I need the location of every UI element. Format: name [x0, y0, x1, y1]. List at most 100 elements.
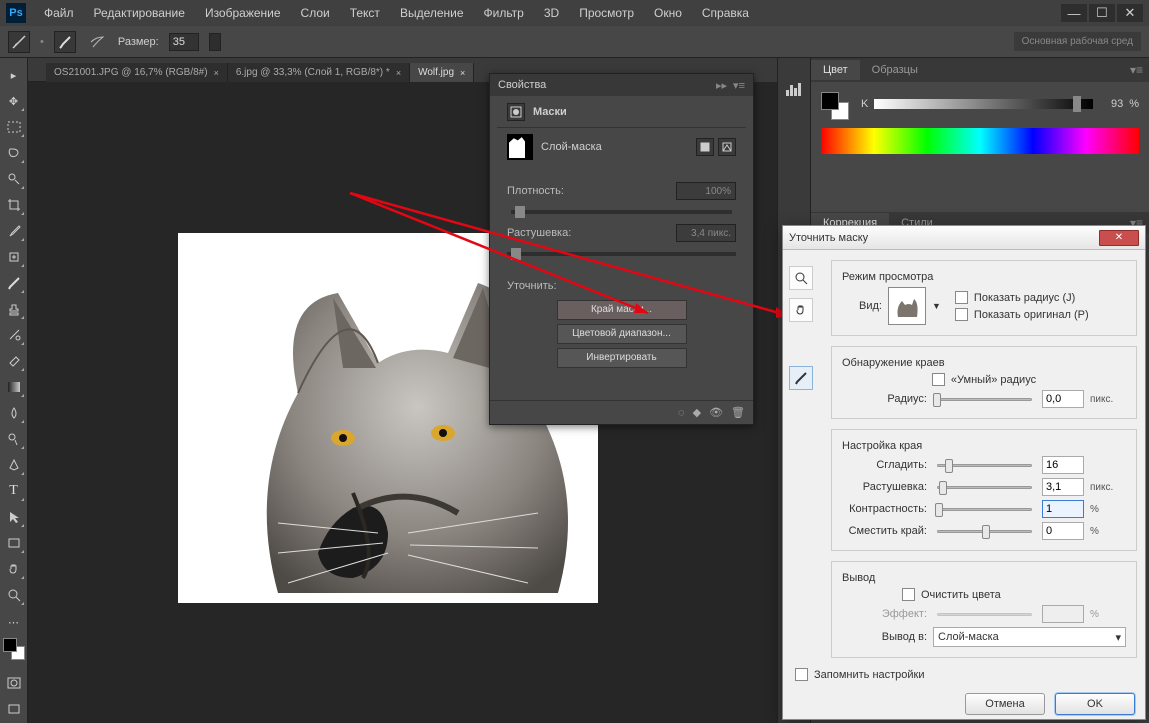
- show-original-check[interactable]: [955, 308, 968, 321]
- blur-tool[interactable]: [3, 402, 25, 424]
- dlg-refine-brush-tool[interactable]: [789, 366, 813, 390]
- menu-help[interactable]: Справка: [694, 3, 757, 23]
- tab-color[interactable]: Цвет: [811, 60, 860, 80]
- dlg-zoom-tool[interactable]: [789, 266, 813, 290]
- dlg-feather-input[interactable]: [1042, 478, 1084, 496]
- contrast-slider[interactable]: [933, 500, 1036, 518]
- workspace-switcher[interactable]: Основная рабочая сред: [1014, 32, 1141, 51]
- vector-mask-icon[interactable]: [718, 138, 736, 156]
- dialog-close-button[interactable]: ✕: [1099, 230, 1139, 246]
- radius-input[interactable]: [1042, 390, 1084, 408]
- density-slider[interactable]: [511, 210, 732, 214]
- quick-select-tool[interactable]: [3, 168, 25, 190]
- ok-button[interactable]: OK: [1055, 693, 1135, 715]
- histogram-icon[interactable]: [783, 78, 805, 100]
- color-range-button[interactable]: Цветовой диапазон...: [557, 324, 687, 344]
- airbrush-icon[interactable]: [86, 31, 108, 53]
- quick-mask-icon[interactable]: [3, 672, 25, 694]
- load-selection-icon[interactable]: ◌: [678, 407, 685, 419]
- shape-tool[interactable]: [3, 532, 25, 554]
- decontaminate-check[interactable]: [902, 588, 915, 601]
- delete-mask-icon[interactable]: 🗑: [731, 406, 745, 419]
- view-thumb[interactable]: [888, 287, 926, 325]
- tab-swatches[interactable]: Образцы: [860, 60, 930, 80]
- doc-tab-2[interactable]: 6.jpg @ 33,3% (Слой 1, RGB/8*) *×: [228, 63, 410, 82]
- cancel-button[interactable]: Отмена: [965, 693, 1045, 715]
- window-minimize[interactable]: —: [1061, 4, 1087, 22]
- path-select-tool[interactable]: [3, 506, 25, 528]
- pixel-mask-icon[interactable]: [696, 138, 714, 156]
- menu-layer[interactable]: Слои: [293, 3, 338, 23]
- mask-mode-icon[interactable]: [507, 103, 525, 121]
- panel-menu-icon[interactable]: ▾≡: [1124, 63, 1149, 77]
- hand-tool[interactable]: [3, 558, 25, 580]
- lasso-tool[interactable]: [3, 142, 25, 164]
- move-tool[interactable]: ✥: [3, 90, 25, 112]
- eraser-tool[interactable]: [3, 350, 25, 372]
- mask-edge-button[interactable]: Край маски...: [557, 300, 687, 320]
- apply-mask-icon[interactable]: ◆: [693, 406, 701, 419]
- current-tool-icon[interactable]: [8, 31, 30, 53]
- fg-bg-colors[interactable]: [3, 638, 25, 660]
- toggle-mask-icon[interactable]: 👁: [709, 406, 723, 419]
- show-radius-check[interactable]: [955, 291, 968, 304]
- adjust-edge-legend: Настройка края: [842, 440, 922, 452]
- smooth-input[interactable]: [1042, 456, 1084, 474]
- crop-tool[interactable]: [3, 194, 25, 216]
- color-spectrum[interactable]: [821, 128, 1139, 154]
- menu-filter[interactable]: Фильтр: [476, 3, 532, 23]
- menu-select[interactable]: Выделение: [392, 3, 472, 23]
- dlg-feather-slider[interactable]: [933, 478, 1036, 496]
- close-icon[interactable]: ×: [396, 68, 401, 78]
- brush-preset-icon[interactable]: [54, 31, 76, 53]
- close-icon[interactable]: ×: [214, 68, 219, 78]
- feather-value[interactable]: 3,4 пикс.: [676, 224, 736, 242]
- smooth-slider[interactable]: [933, 456, 1036, 474]
- contrast-input[interactable]: [1042, 500, 1084, 518]
- menu-view[interactable]: Просмотр: [571, 3, 642, 23]
- radius-slider[interactable]: [933, 390, 1036, 408]
- color-fg-bg[interactable]: [821, 92, 849, 120]
- healing-tool[interactable]: [3, 246, 25, 268]
- type-tool[interactable]: T: [3, 480, 25, 502]
- menu-type[interactable]: Текст: [342, 3, 388, 23]
- eyedropper-tool[interactable]: [3, 220, 25, 242]
- marquee-tool[interactable]: [3, 116, 25, 138]
- doc-tab-3[interactable]: Wolf.jpg×: [410, 63, 474, 82]
- collapse-icon[interactable]: ▸▸: [716, 79, 727, 92]
- smart-radius-check[interactable]: [932, 373, 945, 386]
- window-close[interactable]: ✕: [1117, 4, 1143, 22]
- k-slider[interactable]: [874, 99, 1093, 109]
- density-value[interactable]: 100%: [676, 182, 736, 200]
- pen-tool[interactable]: [3, 454, 25, 476]
- brush-tool[interactable]: [3, 272, 25, 294]
- shift-unit: %: [1090, 526, 1126, 537]
- collapse-icon[interactable]: ▸: [3, 64, 25, 86]
- brush-size-input[interactable]: [169, 33, 199, 51]
- zoom-tool[interactable]: [3, 584, 25, 606]
- screen-mode-icon[interactable]: [3, 698, 25, 720]
- stamp-tool[interactable]: [3, 298, 25, 320]
- history-brush-tool[interactable]: [3, 324, 25, 346]
- shift-input[interactable]: [1042, 522, 1084, 540]
- menu-file[interactable]: Файл: [36, 3, 82, 23]
- shift-slider[interactable]: [933, 522, 1036, 540]
- menu-window[interactable]: Окно: [646, 3, 690, 23]
- dodge-tool[interactable]: [3, 428, 25, 450]
- panel-menu-icon[interactable]: ▾≡: [733, 79, 745, 92]
- feather-slider[interactable]: [507, 252, 736, 256]
- mask-thumbnail[interactable]: [507, 134, 533, 160]
- menu-items: Файл Редактирование Изображение Слои Тек…: [36, 3, 757, 23]
- menu-edit[interactable]: Редактирование: [86, 3, 193, 23]
- menu-image[interactable]: Изображение: [197, 3, 289, 23]
- invert-button[interactable]: Инвертировать: [557, 348, 687, 368]
- doc-tab-1[interactable]: OS21001.JPG @ 16,7% (RGB/8#)×: [46, 63, 228, 82]
- remember-check[interactable]: [795, 668, 808, 681]
- window-maximize[interactable]: ☐: [1089, 4, 1115, 22]
- brush-size-dropdown[interactable]: [209, 33, 221, 51]
- output-select[interactable]: Слой-маска▾: [933, 627, 1126, 647]
- close-icon[interactable]: ×: [460, 68, 465, 78]
- gradient-tool[interactable]: [3, 376, 25, 398]
- menu-3d[interactable]: 3D: [536, 3, 567, 23]
- dlg-hand-tool[interactable]: [789, 298, 813, 322]
